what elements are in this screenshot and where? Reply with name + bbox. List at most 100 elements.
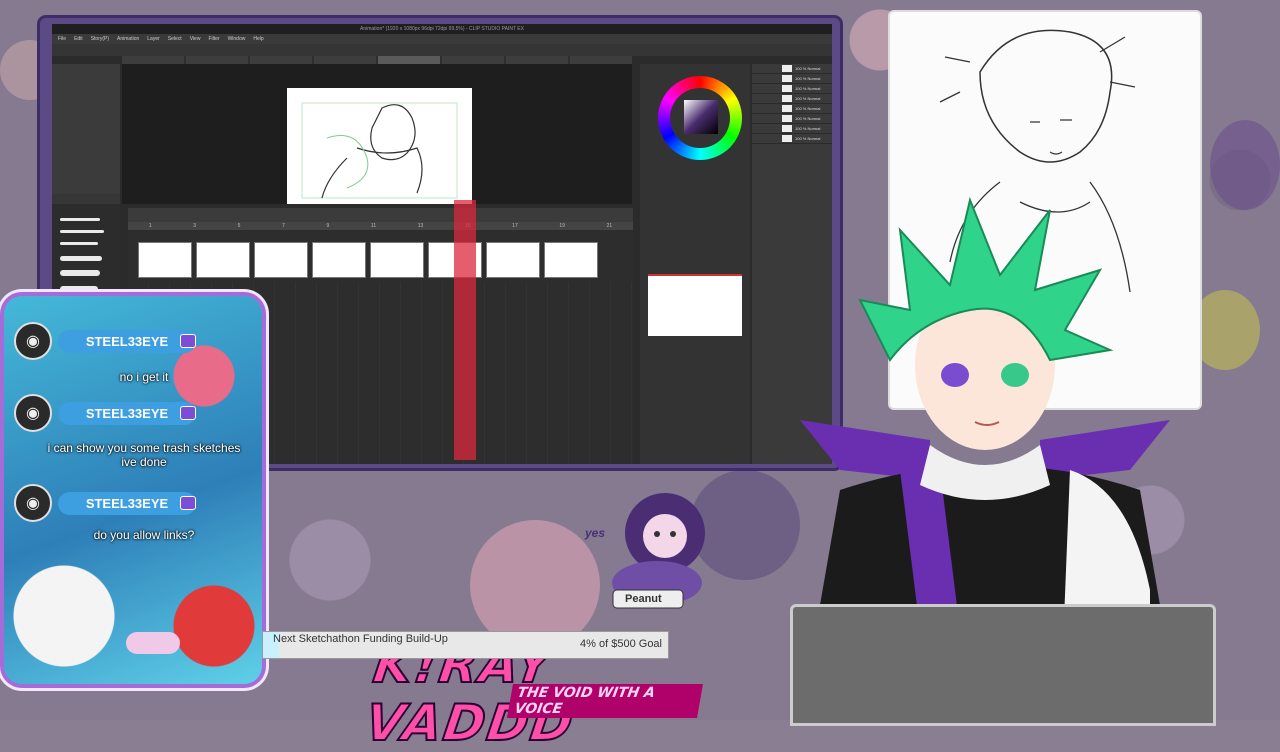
frame-number: 13	[417, 223, 424, 229]
timeline-frame[interactable]	[138, 242, 192, 278]
subscriber-badge-icon	[180, 406, 196, 420]
layer-name: 100 % Normal	[795, 66, 821, 71]
goal-label: Next Sketchathon Funding Build-Up	[273, 633, 448, 645]
goal-value: 4% of $500 Goal	[580, 638, 662, 650]
brush-preview[interactable]	[60, 270, 100, 276]
menu-animation[interactable]: Animation	[117, 34, 139, 44]
chat-message-header: ◉ STEEL33EYE	[14, 394, 196, 432]
timeline-frame[interactable]	[370, 242, 424, 278]
brush-preview[interactable]	[60, 230, 104, 233]
canvas-tab[interactable]	[314, 56, 376, 64]
mascot-note: yes	[585, 526, 606, 540]
layer-row[interactable]: 100 % Normal	[752, 104, 832, 114]
brush-preview[interactable]	[60, 218, 100, 221]
timeline-toolbar[interactable]	[128, 208, 633, 222]
timeline-ruler[interactable]: 1 3 5 7 9 11 13 15 17 19 21	[128, 222, 633, 230]
chat-decoration-pill	[126, 632, 180, 654]
chat-username: STEEL33EYE	[58, 491, 196, 515]
timeline-frame[interactable]	[486, 242, 540, 278]
layer-name: 100 % Normal	[795, 76, 821, 81]
menu-select[interactable]: Select	[168, 34, 182, 44]
layer-thumbnail	[782, 105, 792, 112]
menu-help[interactable]: Help	[253, 34, 263, 44]
menu-file[interactable]: File	[58, 34, 66, 44]
frame-strip	[128, 242, 633, 278]
layer-thumbnail	[782, 115, 792, 122]
layer-thumbnail	[782, 95, 792, 102]
frame-number: 17	[512, 223, 518, 229]
layer-name: 100 % Normal	[795, 96, 821, 101]
frame-number: 1	[148, 223, 152, 229]
chat-username: STEEL33EYE	[58, 329, 196, 353]
canvas-tab[interactable]	[186, 56, 248, 64]
timeline-frame[interactable]	[196, 242, 250, 278]
chat-username: STEEL33EYE	[58, 401, 196, 425]
sketch-drawing	[301, 102, 458, 199]
layer-name: 100 % Normal	[795, 116, 821, 121]
user-avatar: ◉	[14, 322, 52, 360]
chat-message-header: ◉ STEEL33EYE	[14, 484, 196, 522]
layer-name: 100 % Normal	[795, 126, 821, 131]
drawing-tablet	[790, 604, 1216, 726]
logo-subtitle: THE VOID WITH A VOICE	[507, 684, 703, 718]
user-avatar: ◉	[14, 394, 52, 432]
layer-name: 100 % Normal	[795, 106, 821, 111]
frame-number: 9	[326, 223, 330, 229]
layer-row[interactable]: 100 % Normal	[752, 134, 832, 144]
subscriber-badge-icon	[180, 496, 196, 510]
canvas-tab[interactable]	[442, 56, 504, 64]
layer-name: 100 % Normal	[795, 136, 821, 141]
timeline-frame[interactable]	[312, 242, 366, 278]
mascot-sign: Peanut	[625, 593, 662, 605]
chat-message-header: ◉ STEEL33EYE	[14, 322, 196, 360]
menu-story[interactable]: Story(P)	[91, 34, 109, 44]
layer-row[interactable]: 100 % Normal	[752, 94, 832, 104]
layer-thumbnail	[782, 125, 792, 132]
menu-view[interactable]: View	[190, 34, 201, 44]
menu-edit[interactable]: Edit	[74, 34, 83, 44]
canvas-tabs	[122, 56, 632, 64]
brush-preview[interactable]	[60, 242, 98, 245]
layer-thumbnail	[782, 85, 792, 92]
layer-row[interactable]: 100 % Normal	[752, 64, 832, 74]
timeline-playhead[interactable]	[454, 200, 476, 460]
canvas-tab[interactable]	[506, 56, 568, 64]
canvas-tab-active[interactable]	[378, 56, 440, 64]
frame-number: 3	[193, 223, 197, 229]
timeline-frame[interactable]	[544, 242, 598, 278]
subscriber-badge-icon	[180, 334, 196, 348]
window-title: Animation* (1920 x 1080px 96dpi 72dpi 99…	[52, 24, 832, 34]
tool-property-panel[interactable]	[52, 64, 120, 194]
layer-thumbnail	[782, 135, 792, 142]
layer-row[interactable]: 100 % Normal	[752, 124, 832, 134]
layer-thumbnail	[782, 65, 792, 72]
canvas-area[interactable]	[122, 64, 632, 204]
canvas-tab[interactable]	[250, 56, 312, 64]
timeline-frame[interactable]	[254, 242, 308, 278]
menu-window[interactable]: Window	[228, 34, 246, 44]
command-bar[interactable]	[52, 44, 832, 56]
navigator-preview[interactable]	[648, 274, 742, 336]
menu-filter[interactable]: Filter	[208, 34, 219, 44]
frame-number: 7	[282, 223, 285, 229]
canvas-tab[interactable]	[122, 56, 184, 64]
brush-preview[interactable]	[60, 256, 102, 261]
drawing-canvas[interactable]	[287, 88, 472, 204]
brush-preview[interactable]	[60, 286, 98, 293]
layer-row[interactable]: 100 % Normal	[752, 74, 832, 84]
user-avatar: ◉	[14, 484, 52, 522]
canvas-tab[interactable]	[570, 56, 632, 64]
layer-name: 100 % Normal	[795, 86, 821, 91]
frame-number: 21	[606, 223, 613, 229]
chat-overlay: ◉ STEEL33EYE no i get it ◉ STEEL33EYE i …	[4, 296, 262, 684]
menu-layer[interactable]: Layer	[147, 34, 160, 44]
menu-bar: File Edit Story(P) Animation Layer Selec…	[52, 34, 832, 44]
frame-number: 11	[370, 223, 377, 229]
layer-row[interactable]: 100 % Normal	[752, 84, 832, 94]
color-wheel-panel[interactable]	[640, 64, 750, 464]
frame-number: 19	[559, 223, 565, 229]
frame-number: 5	[237, 223, 241, 229]
saturation-value-square[interactable]	[684, 100, 718, 134]
layer-thumbnail	[782, 75, 792, 82]
layer-row[interactable]: 100 % Normal	[752, 114, 832, 124]
